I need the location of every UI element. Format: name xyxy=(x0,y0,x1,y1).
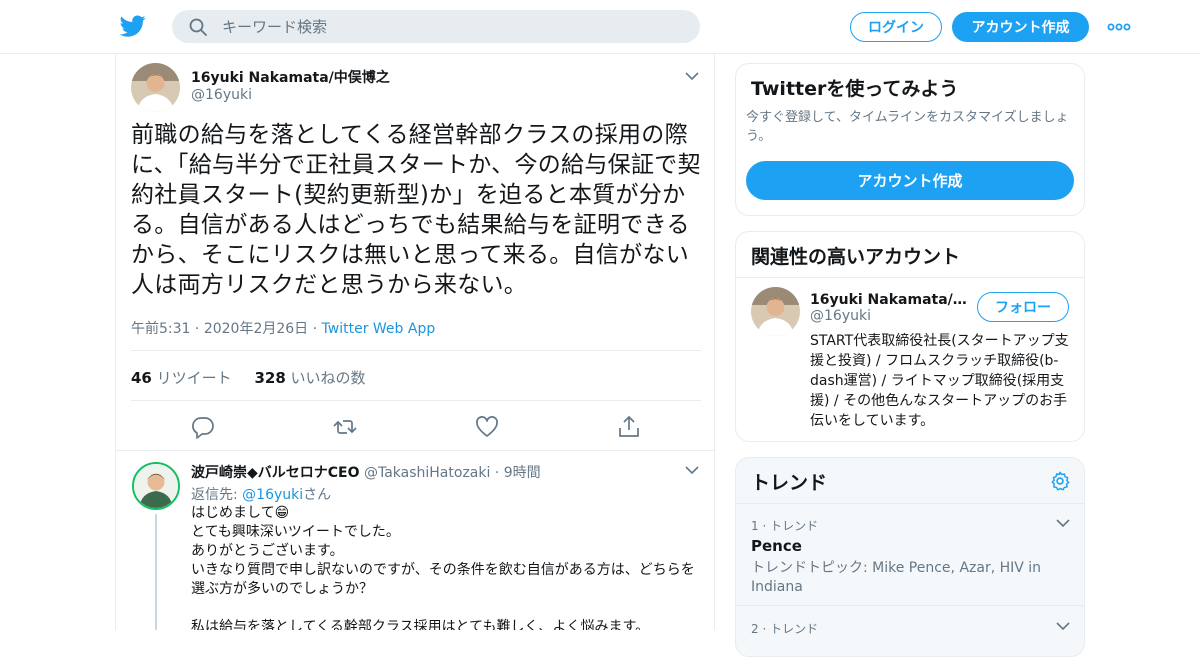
divider xyxy=(736,503,1084,504)
trend-rank: 1 · トレンド xyxy=(751,519,819,533)
search-box[interactable] xyxy=(172,10,700,43)
search-icon xyxy=(189,18,207,36)
divider xyxy=(736,605,1084,606)
tweet-text: 前職の給与を落としてくる経営幹部クラスの採用の際に、「給与半分で正社員スタートか… xyxy=(131,122,701,298)
related-account-bio: START代表取締役社長(スタートアップ支援と投資) / フロムスクラッチ取締役… xyxy=(810,333,1069,429)
more-icon[interactable] xyxy=(1106,17,1132,37)
avatar[interactable] xyxy=(131,63,180,112)
tweet-author-handle[interactable]: @16yuki xyxy=(191,87,252,103)
reply-to: 返信先: @16yukiさん xyxy=(191,484,331,504)
trends-card: トレンド 1 · トレンド Pence トレンドトピック: Mike Pence… xyxy=(735,457,1085,657)
chevron-down-icon[interactable] xyxy=(685,465,699,475)
share-icon[interactable] xyxy=(616,414,642,440)
main-timeline: 16yuki Nakamata/中俣博之 @16yuki 前職の給与を落としてく… xyxy=(115,54,715,630)
related-account-name[interactable]: 16yuki Nakamata/中俣博之 xyxy=(810,289,970,309)
reply-text: はじめまして😁 とても興味深いツイートでした。 ありがとうございます。 いきなり… xyxy=(191,504,701,630)
reply-author-handle[interactable]: @TakashiHatozaki xyxy=(364,465,490,481)
tweet-source-link[interactable]: Twitter Web App xyxy=(322,321,436,337)
trend-item[interactable]: 2 · トレンド xyxy=(736,620,1084,656)
reply-avatar[interactable] xyxy=(132,462,180,510)
person-photo-icon xyxy=(131,63,180,112)
twitter-bird-icon[interactable] xyxy=(120,13,146,39)
meta-separator: · xyxy=(194,321,200,337)
tweet-date[interactable]: 2020年2月26日 xyxy=(204,321,308,337)
tweet-author-name[interactable]: 16yuki Nakamata/中俣博之 xyxy=(191,67,390,87)
meta-separator: · xyxy=(494,465,500,481)
chevron-down-icon[interactable] xyxy=(1056,518,1070,528)
login-button[interactable]: ログイン xyxy=(850,12,942,42)
reply-to-prefix: 返信先: xyxy=(191,487,243,503)
divider xyxy=(131,400,701,401)
tweet-timestamp: 午前5:31 · 2020年2月26日 · Twitter Web App xyxy=(131,318,435,338)
thread-line xyxy=(155,514,157,630)
related-account-handle[interactable]: @16yuki xyxy=(810,308,871,324)
follow-button[interactable]: フォロー xyxy=(977,292,1069,322)
related-accounts-title: 関連性の高いアカウント xyxy=(751,246,961,268)
tweet-stats: 46 リツイート 328 いいねの数 xyxy=(131,367,366,388)
reply-text-body: とても興味深いツイートでした。 ありがとうございます。 いきなり質問で申し訳ない… xyxy=(191,524,695,630)
heart-icon[interactable] xyxy=(474,414,500,440)
chevron-down-icon[interactable] xyxy=(685,71,699,81)
reply-age[interactable]: 9時間 xyxy=(504,465,541,481)
trend-name[interactable]: Pence xyxy=(751,537,802,555)
trend-rank: 2 · トレンド xyxy=(751,622,819,636)
signup-button[interactable]: アカウント作成 xyxy=(952,12,1089,42)
retweet-count: 46 xyxy=(131,369,152,387)
retweet-label: リツイート xyxy=(156,369,232,387)
reply-text-line: はじめまして xyxy=(191,505,275,521)
signup-card: Twitterを使ってみよう 今すぐ登録して、タイムラインをカスタマイズしましょ… xyxy=(735,63,1085,216)
signup-card-subtitle: 今すぐ登録して、タイムラインをカスタマイズしましょう。 xyxy=(746,110,1069,144)
grin-emoji-icon: 😁 xyxy=(274,505,290,521)
divider xyxy=(736,277,1084,278)
like-count: 328 xyxy=(254,369,286,387)
trend-topic: トレンドトピック: Mike Pence, Azar, HIV in India… xyxy=(751,560,1042,595)
avatar[interactable] xyxy=(751,287,800,336)
gear-icon[interactable] xyxy=(1049,470,1071,492)
divider xyxy=(116,450,714,451)
person-photo-icon xyxy=(751,287,800,336)
divider xyxy=(131,350,701,351)
trend-item[interactable]: 1 · トレンド Pence トレンドトピック: Mike Pence, Aza… xyxy=(736,517,1084,603)
reply-author-name[interactable]: 波戸崎崇◆バルセロナCEO xyxy=(191,465,360,481)
tweet-actions xyxy=(116,410,714,442)
reply-to-handle[interactable]: @16yuki xyxy=(242,487,303,503)
related-accounts-card: 関連性の高いアカウント 16yuki Nakamata/中俣博之 @16yuki… xyxy=(735,231,1085,442)
person-photo-icon xyxy=(134,464,178,508)
reply-icon[interactable] xyxy=(190,414,216,440)
tweet-time[interactable]: 午前5:31 xyxy=(131,321,190,337)
top-bar: ログイン アカウント作成 xyxy=(0,0,1200,54)
retweet-stat[interactable]: 46 リツイート xyxy=(131,369,232,387)
signup-card-button[interactable]: アカウント作成 xyxy=(746,161,1074,200)
like-label: いいねの数 xyxy=(290,369,366,387)
search-input[interactable] xyxy=(222,17,682,36)
reply-header: 波戸崎崇◆バルセロナCEO @TakashiHatozaki · 9時間 xyxy=(191,462,541,482)
like-stat[interactable]: 328 いいねの数 xyxy=(254,369,365,387)
signup-card-title: Twitterを使ってみよう xyxy=(751,78,959,100)
reply-to-suffix: さん xyxy=(303,487,332,503)
retweet-icon[interactable] xyxy=(332,414,358,440)
trends-title: トレンド xyxy=(751,472,828,494)
meta-separator: · xyxy=(312,321,318,337)
